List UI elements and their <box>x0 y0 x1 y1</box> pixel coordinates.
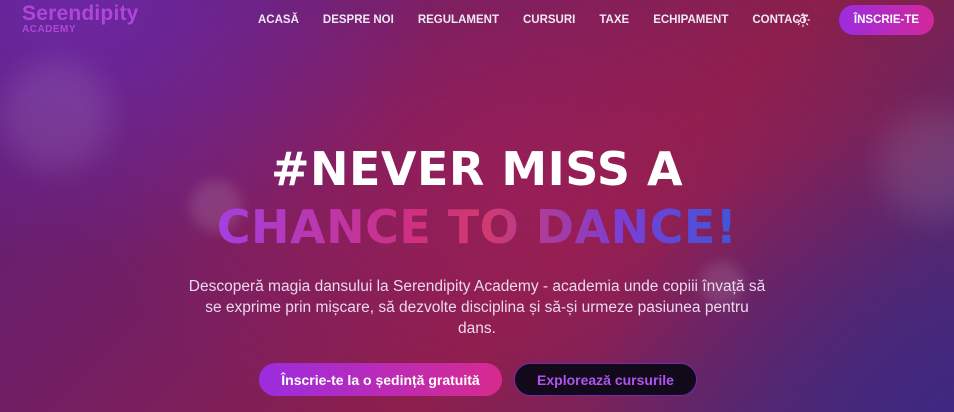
logo-subtitle: ACADEMY <box>22 24 77 35</box>
nav-item-taxe[interactable]: TAXE <box>599 12 629 28</box>
hero-heading-line-2: CHANCE TO DANCE! <box>216 200 738 254</box>
nav-item-echipament[interactable]: ECHIPAMENT <box>653 12 728 28</box>
signup-button[interactable]: ÎNSCRIE-TE <box>839 5 934 35</box>
nav-item-cursuri[interactable]: CURSURI <box>523 12 575 28</box>
nav-item-regulament[interactable]: REGULAMENT <box>418 12 499 28</box>
nav-item-acasa[interactable]: ACASĂ <box>258 12 299 28</box>
nav-item-despre-noi[interactable]: DESPRE NOI <box>323 12 394 28</box>
site-header: Serendipity ACADEMY ACASĂ DESPRE NOI REG… <box>0 0 954 40</box>
free-session-button[interactable]: Înscrie-te la o ședință gratuită <box>259 363 502 396</box>
logo[interactable]: Serendipity ACADEMY <box>22 2 139 35</box>
hero-heading: #NEVER MISS A CHANCE TO DANCE! <box>0 140 954 256</box>
sun-icon[interactable] <box>795 12 811 28</box>
logo-name: Serendipity <box>22 2 139 25</box>
main-nav: ACASĂ DESPRE NOI REGULAMENT CURSURI TAXE… <box>258 12 808 28</box>
hero-description: Descoperă magia dansului la Serendipity … <box>188 278 766 337</box>
hero-heading-line-1: #NEVER MISS A <box>270 142 684 196</box>
explore-courses-button[interactable]: Explorează cursurile <box>514 363 697 396</box>
